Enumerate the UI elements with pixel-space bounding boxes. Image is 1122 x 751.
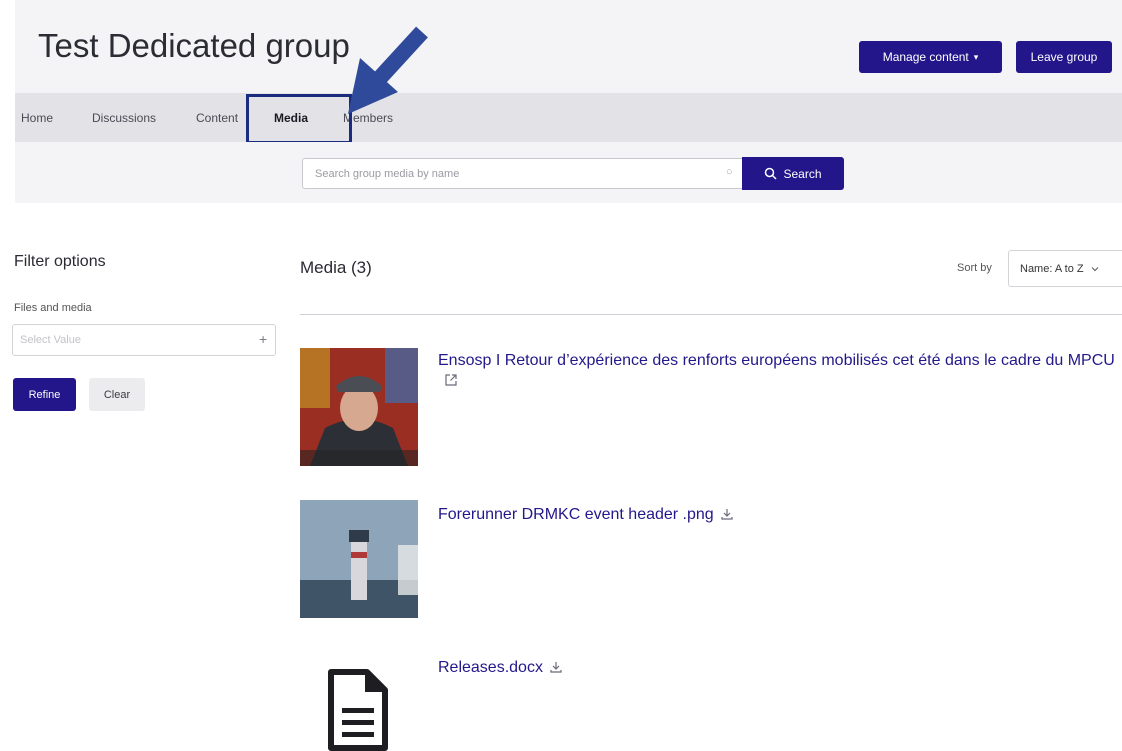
media-thumbnail-forerunner[interactable] — [300, 500, 418, 618]
refine-button[interactable]: Refine — [13, 378, 76, 411]
search-input[interactable] — [302, 158, 742, 189]
sort-by-label: Sort by — [957, 262, 992, 274]
plus-icon[interactable]: + — [259, 331, 267, 347]
manage-content-label: Manage content — [882, 50, 969, 64]
filter-options-title: Filter options — [14, 253, 106, 270]
search-button[interactable]: Search — [742, 157, 844, 190]
files-and-media-label: Files and media — [14, 302, 92, 314]
media-item-link[interactable]: Ensosp I Retour d’expérience des renfort… — [438, 351, 1122, 391]
document-icon — [328, 669, 388, 751]
annotation-arrow-icon — [348, 26, 428, 114]
sort-value: Name: A to Z — [1020, 262, 1084, 275]
manage-content-button[interactable]: Manage content ▾ — [859, 41, 1002, 73]
clear-search-icon[interactable]: ○ — [726, 166, 733, 178]
select-value-placeholder: Select Value — [20, 334, 81, 346]
clear-button[interactable]: Clear — [89, 378, 145, 411]
media-item-title: Ensosp I Retour d’expérience des renfort… — [438, 352, 1115, 369]
download-icon — [721, 509, 733, 520]
media-item-title: Releases.docx — [438, 659, 543, 676]
chevron-down-icon — [1091, 266, 1099, 271]
media-thumbnail-ensosp[interactable] — [300, 348, 418, 466]
media-count-heading: Media (3) — [300, 258, 372, 277]
media-list-divider — [300, 314, 1122, 315]
media-tab-highlight-box — [246, 94, 352, 144]
media-item-link[interactable]: Releases.docx — [438, 658, 563, 678]
tab-content[interactable]: Content — [196, 111, 238, 125]
group-tabs — [15, 93, 1122, 142]
tab-home[interactable]: Home — [21, 111, 53, 125]
chevron-down-icon: ▾ — [973, 51, 979, 62]
tab-discussions[interactable]: Discussions — [92, 111, 156, 125]
search-icon — [765, 167, 778, 180]
external-link-icon — [445, 374, 457, 386]
sort-select[interactable]: Name: A to Z — [1008, 250, 1122, 287]
media-item-link[interactable]: Forerunner DRMKC event header .png — [438, 505, 734, 525]
page-title: Test Dedicated group — [38, 27, 350, 64]
leave-group-button[interactable]: Leave group — [1016, 41, 1112, 73]
download-icon — [550, 662, 562, 673]
media-item-title: Forerunner DRMKC event header .png — [438, 506, 714, 523]
search-button-label: Search — [783, 166, 822, 181]
